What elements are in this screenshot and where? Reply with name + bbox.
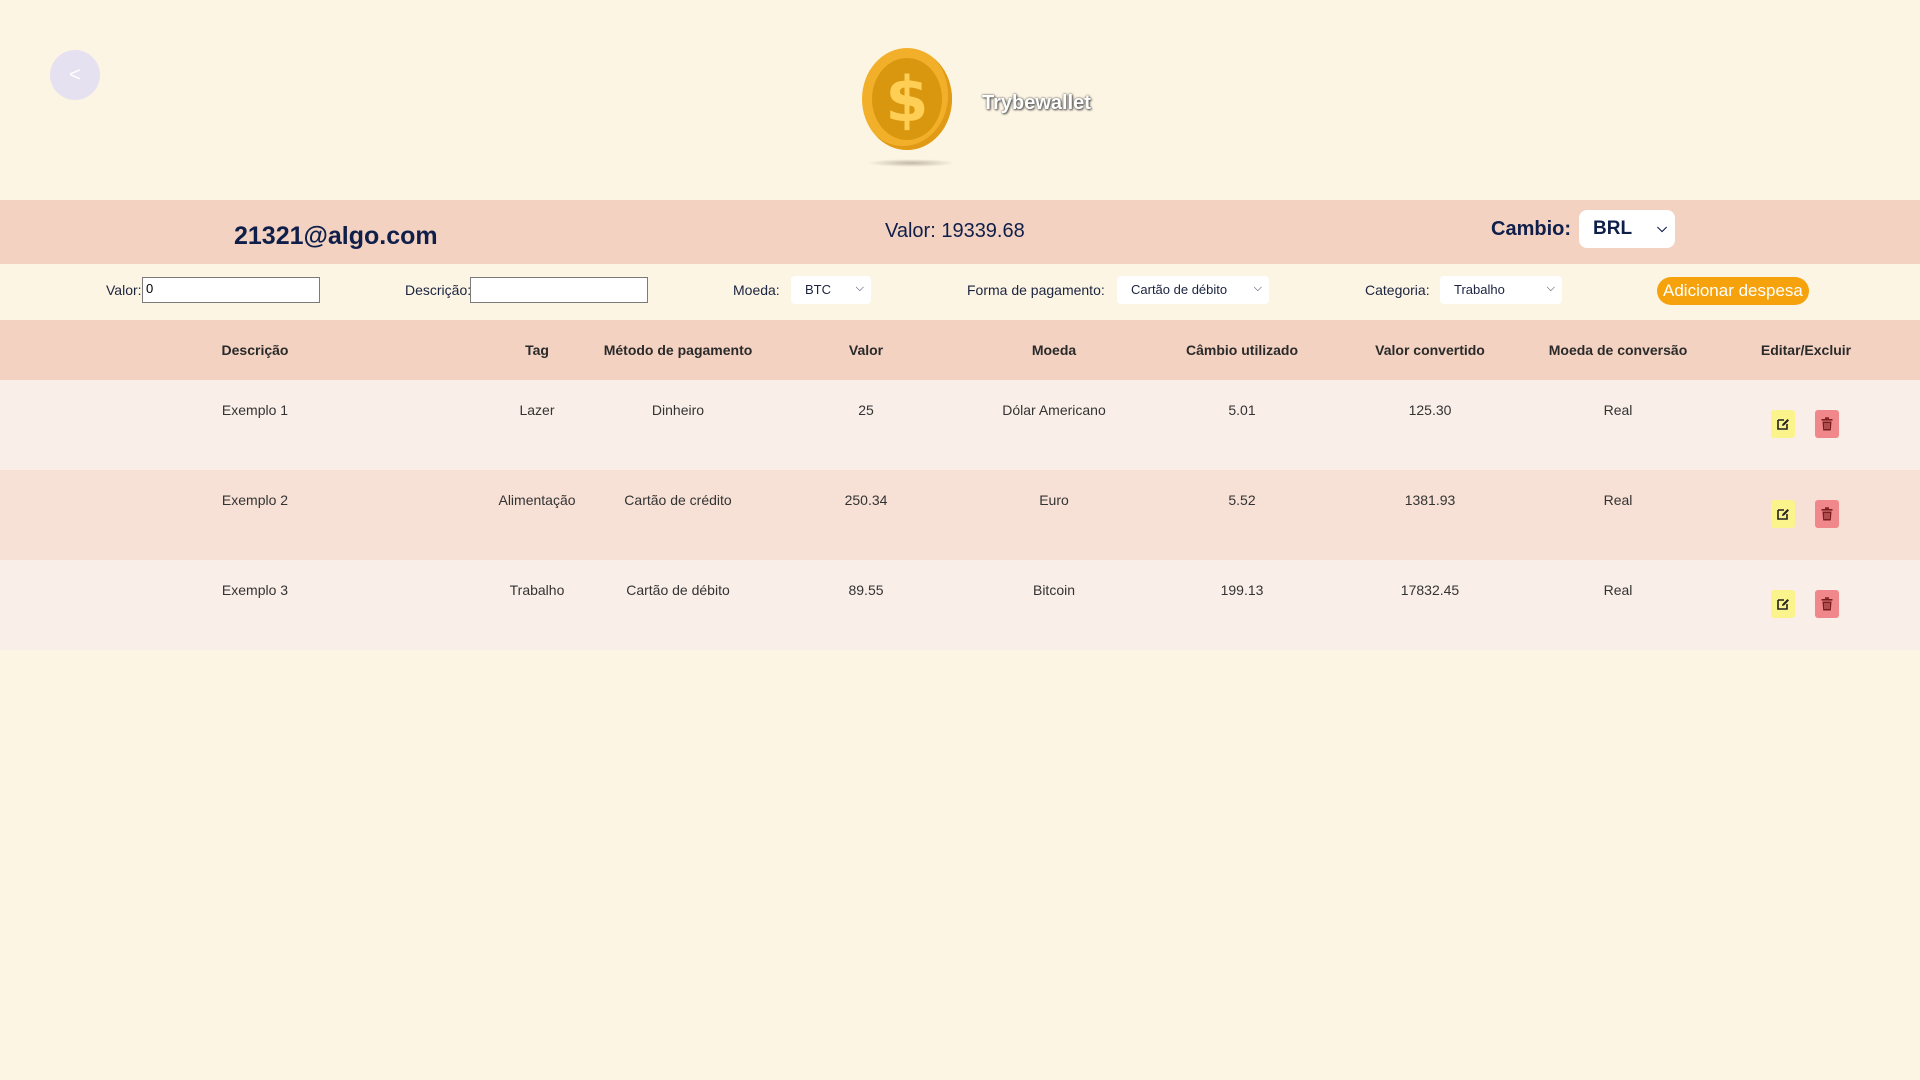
descricao-input[interactable]: [470, 277, 648, 303]
header-valor: Valor: [848, 342, 884, 358]
cell-cambio: 199.13: [1220, 582, 1264, 598]
moeda-select[interactable]: BTC ⌵: [791, 276, 871, 304]
table-header: Descrição Tag Método de pagamento Valor …: [0, 320, 1920, 380]
currency-select-value: BRL: [1593, 218, 1633, 239]
cell-metodo: Cartão de crédito: [624, 492, 732, 508]
chevron-down-icon: ⌵: [1546, 282, 1555, 294]
dollar-symbol: $: [885, 62, 929, 136]
currency-label: Cambio:: [1491, 218, 1571, 240]
total-value: Valor: 19339.68: [885, 220, 1025, 242]
pagamento-select-value: Cartão de débito: [1131, 282, 1228, 297]
delete-button[interactable]: [1815, 500, 1839, 528]
cell-moeda-conversao: Real: [1603, 582, 1633, 598]
header-valor-convertido: Valor convertido: [1375, 342, 1485, 358]
cell-descricao: Exemplo 3: [221, 582, 289, 598]
coin-outer: $: [862, 48, 952, 150]
header-editar-excluir: Editar/Excluir: [1760, 342, 1852, 358]
back-button-label: <: [69, 63, 81, 86]
categoria-select-value: Trabalho: [1454, 282, 1505, 297]
pagamento-select[interactable]: Cartão de débito ⌵: [1117, 276, 1269, 304]
valor-input-value: 0: [146, 281, 154, 296]
delete-button[interactable]: [1815, 590, 1839, 618]
coin-shadow: [866, 159, 956, 167]
cell-cambio: 5.01: [1228, 402, 1256, 418]
edit-button[interactable]: [1771, 590, 1795, 618]
valor-input[interactable]: 0: [142, 277, 320, 303]
categoria-label: Categoria:: [1365, 282, 1430, 298]
cell-descricao: Exemplo 1: [221, 402, 289, 418]
edit-button[interactable]: [1771, 410, 1795, 438]
cell-moeda-conversao: Real: [1603, 492, 1633, 508]
table-row: Exemplo 2 Alimentação Cartão de crédito …: [0, 470, 1920, 560]
app-logo: $ Trybewallet: [860, 48, 1091, 168]
cell-moeda: Euro: [1039, 492, 1069, 508]
moeda-select-value: BTC: [805, 282, 831, 297]
trash-icon: [1821, 417, 1833, 431]
cell-valor: 250.34: [844, 492, 888, 508]
coin-inner: $: [872, 58, 942, 140]
cell-moeda: Bitcoin: [1032, 582, 1076, 598]
chevron-down-icon: ⌵: [1657, 220, 1667, 235]
cell-valor: 89.55: [848, 582, 884, 598]
wallet-page: < $ Trybewallet 21321@algo.com Valor: 19…: [0, 0, 1920, 1080]
cell-descricao: Exemplo 2: [221, 492, 289, 508]
delete-button[interactable]: [1815, 410, 1839, 438]
header-cambio: Câmbio utilizado: [1186, 342, 1298, 358]
user-email: 21321@algo.com: [234, 222, 438, 250]
edit-icon: [1777, 419, 1789, 430]
edit-button[interactable]: [1771, 500, 1795, 528]
chevron-down-icon: ⌵: [1253, 282, 1262, 294]
edit-icon: [1777, 599, 1789, 610]
cell-metodo: Dinheiro: [651, 402, 705, 418]
cell-moeda-conversao: Real: [1603, 402, 1633, 418]
categoria-select[interactable]: Trabalho ⌵: [1440, 276, 1562, 304]
cell-tag: Trabalho: [509, 582, 565, 598]
pagamento-label: Forma de pagamento:: [967, 282, 1105, 298]
trash-icon: [1821, 507, 1833, 521]
summary-bar: 21321@algo.com Valor: 19339.68 Cambio: B…: [0, 200, 1920, 264]
cell-valor-convertido: 125.30: [1408, 402, 1452, 418]
cell-valor-convertido: 17832.45: [1400, 582, 1460, 598]
coin-icon: $: [860, 48, 956, 168]
cell-cambio: 5.52: [1228, 492, 1256, 508]
add-expense-button[interactable]: Adicionar despesa: [1657, 277, 1809, 305]
trash-icon: [1821, 597, 1833, 611]
cell-moeda: Dólar Americano: [1002, 402, 1106, 418]
valor-label: Valor:: [106, 282, 142, 298]
moeda-label: Moeda:: [733, 282, 780, 298]
cell-valor-convertido: 1381.93: [1404, 492, 1456, 508]
currency-select[interactable]: BRL ⌵: [1579, 210, 1675, 248]
header-tag: Tag: [525, 342, 549, 358]
header-moeda-conversao: Moeda de conversão: [1548, 342, 1688, 358]
back-button[interactable]: <: [50, 50, 100, 100]
table-row: Exemplo 1 Lazer Dinheiro 25 Dólar Americ…: [0, 380, 1920, 470]
header-descricao: Descrição: [221, 342, 289, 358]
cell-metodo: Cartão de débito: [626, 582, 730, 598]
header-metodo: Método de pagamento: [603, 342, 753, 358]
descricao-label: Descrição:: [405, 282, 472, 298]
edit-icon: [1777, 509, 1789, 520]
table-row: Exemplo 3 Trabalho Cartão de débito 89.5…: [0, 560, 1920, 650]
chevron-down-icon: ⌵: [855, 282, 864, 294]
cell-tag: Lazer: [519, 402, 555, 418]
cell-tag: Alimentação: [498, 492, 576, 508]
brand-name: Trybewallet: [982, 91, 1091, 114]
cell-valor: 25: [858, 402, 874, 418]
header-moeda: Moeda: [1031, 342, 1077, 358]
expense-form: Valor: 0 Descrição: Moeda: BTC ⌵ Forma d…: [0, 264, 1920, 320]
